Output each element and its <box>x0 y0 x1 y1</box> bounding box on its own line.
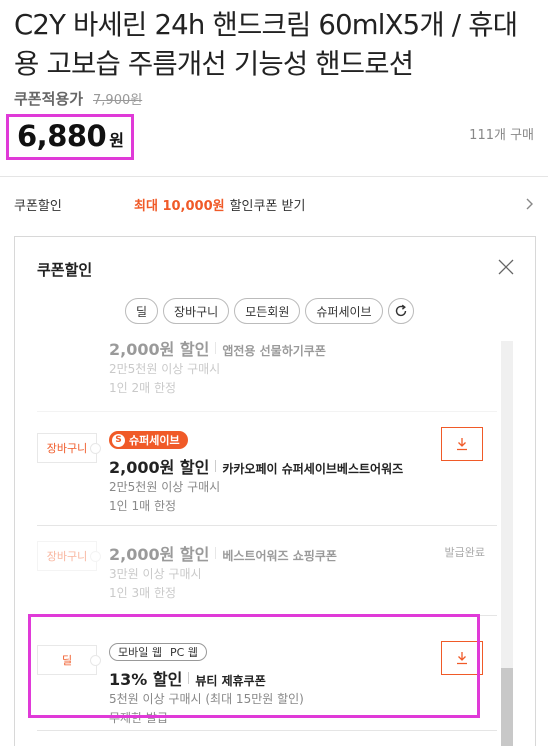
coupon-condition: 2만5천원 이상 구매시 <box>109 480 221 494</box>
super-save-icon: S <box>112 433 125 447</box>
coupon-amount: 2,000원 할인 <box>109 340 210 359</box>
coupon-row-text: 할인쿠폰 받기 <box>229 198 306 214</box>
coupon-filters: 딜 장바구니 모든회원 슈퍼세이브 <box>125 298 414 324</box>
filter-deal[interactable]: 딜 <box>125 298 159 324</box>
coupon-limit: 1인 1매 한정 <box>109 499 177 513</box>
panel-title: 쿠폰할인 <box>37 261 93 279</box>
filter-super-save[interactable]: 슈퍼세이브 <box>305 298 383 324</box>
original-price: 7,900원 <box>93 93 143 108</box>
highlight-box <box>28 614 480 718</box>
scrollbar[interactable] <box>501 341 513 746</box>
coupon-item: 장바구니 S 슈퍼세이브 2,000원 할인 카카오페이 슈퍼세이브베스트어워즈… <box>37 412 497 526</box>
sale-price: 6,880 <box>17 119 107 153</box>
sale-price-box: 6,880 원 <box>6 114 134 160</box>
coupon-price-label: 쿠폰적용가 <box>14 90 84 108</box>
filter-cart[interactable]: 장바구니 <box>163 298 230 324</box>
divider <box>0 176 548 177</box>
refresh-button[interactable] <box>387 298 414 324</box>
coupon-condition: 2만5천원 이상 구매시 <box>109 362 221 376</box>
price-unit: 원 <box>109 131 124 150</box>
product-title: C2Y 바세린 24h 핸드크림 60mlX5개 / 휴대용 고보습 주름개선 … <box>14 9 518 80</box>
coupon-name: 앱전용 선물하기쿠폰 <box>222 344 326 358</box>
refresh-icon <box>395 304 406 317</box>
coupon-item: 장바구니 2,000원 할인 베스트어워즈 쇼핑쿠폰 3만원 이상 구매시 1인… <box>37 526 497 616</box>
coupon-amount: 2,000원 할인 <box>109 458 210 477</box>
coupon-limit: 1인 3매 한정 <box>109 586 177 600</box>
download-icon <box>457 438 467 451</box>
scrollbar-thumb[interactable] <box>501 668 513 746</box>
coupon-row-max-discount: 최대 10,000원 <box>134 198 225 214</box>
coupon-row-label: 쿠폰할인 <box>14 198 62 214</box>
download-coupon-button[interactable] <box>441 427 483 461</box>
coupon-type-tag: 장바구니 <box>37 433 101 463</box>
super-save-badge: S 슈퍼세이브 <box>109 431 188 449</box>
chevron-right-icon[interactable] <box>522 197 536 211</box>
close-icon[interactable] <box>497 258 515 276</box>
coupon-name: 카카오페이 슈퍼세이브베스트어워즈 <box>222 462 404 476</box>
coupon-item: 2,000원 할인 앱전용 선물하기쿠폰 2만5천원 이상 구매시 1인 2매 … <box>37 336 497 412</box>
issued-status: 발급완료 <box>444 546 485 559</box>
coupon-price-row: 쿠폰적용가 7,900원 <box>14 88 142 110</box>
coupon-type-tag: 장바구니 <box>37 541 101 571</box>
filter-all-members[interactable]: 모든회원 <box>234 298 301 324</box>
coupon-discount-row[interactable]: 쿠폰할인 최대 10,000원 할인쿠폰 받기 <box>14 193 536 215</box>
coupon-name: 베스트어워즈 쇼핑쿠폰 <box>222 549 337 563</box>
coupon-amount: 2,000원 할인 <box>109 545 210 564</box>
coupon-condition: 3만원 이상 구매시 <box>109 567 202 581</box>
purchase-count: 111개 구매 <box>469 128 534 143</box>
coupon-limit: 1인 2매 한정 <box>109 381 177 395</box>
